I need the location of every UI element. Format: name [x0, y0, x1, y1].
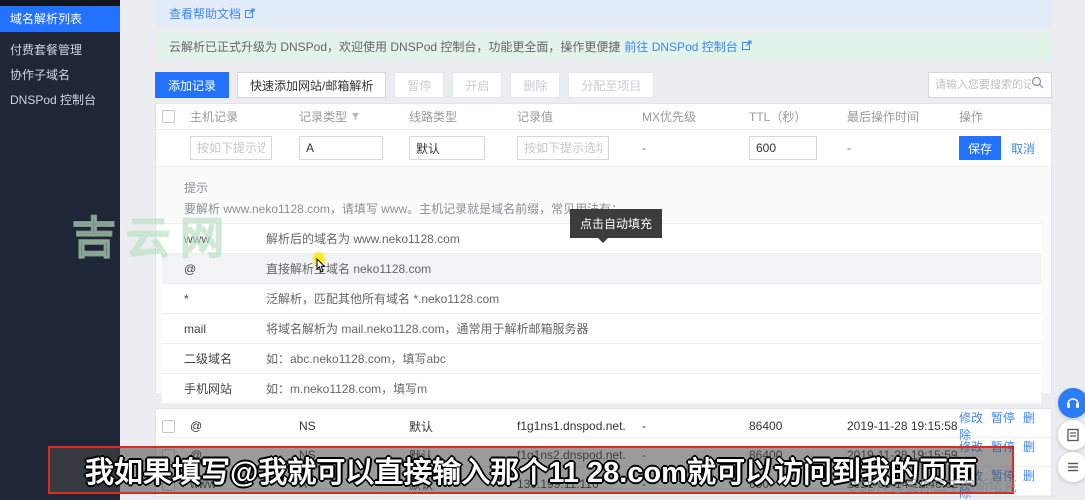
pause-button[interactable]: 暂停 — [394, 72, 445, 98]
sidebar-item-record-list[interactable]: 域名解析列表 — [0, 6, 120, 32]
video-subtitle-box: 我如果填写@我就可以直接输入那个11 28.com就可以访问到我的页面 — [48, 446, 1014, 494]
host-hints-panel: 提示 要解析 www.neko1128.com，请填写 www。主机记录就是域名… — [156, 167, 1051, 403]
hint-row-subdomain[interactable]: 二级域名 如：abc.neko1128.com，填写abc — [162, 343, 1041, 373]
line-type-select[interactable]: 默认 — [409, 136, 485, 160]
mx-value: - — [642, 141, 646, 155]
goto-dnspod-link[interactable]: 前往 DNSPod 控制台 — [624, 38, 737, 55]
quick-add-button[interactable]: 快速添加网站/邮箱解析 — [237, 72, 387, 98]
hints-title: 提示 — [184, 181, 209, 195]
time-value: - — [847, 141, 851, 155]
cancel-link[interactable]: 取消 — [1011, 142, 1035, 156]
record-value-input[interactable] — [517, 136, 609, 160]
col-type: 记录类型 — [299, 108, 409, 125]
document-icon — [1067, 428, 1079, 442]
enable-button[interactable]: 开启 — [452, 72, 503, 98]
delete-button[interactable]: 删除 — [510, 72, 561, 98]
notice-text: 云解析已正式升级为 DNSPod，欢迎使用 DNSPod 控制台，功能更全面，操… — [169, 39, 621, 54]
sidebar-item-collab-subdomain[interactable]: 协作子域名 — [0, 63, 120, 88]
sidebar: 域名解析列表 付费套餐管理 协作子域名 DNSPod 控制台 — [0, 0, 120, 500]
col-time: 最后操作时间 — [847, 110, 920, 124]
record-type-select[interactable]: A — [299, 136, 383, 160]
dns-console-page: 域名解析列表 付费套餐管理 协作子域名 DNSPod 控制台 查看帮助文档 云解… — [0, 0, 1085, 500]
col-value: 记录值 — [517, 110, 554, 124]
row-checkbox[interactable] — [162, 419, 175, 433]
host-input[interactable] — [190, 136, 272, 160]
mouse-cursor-icon — [313, 257, 327, 280]
customer-service-button[interactable] — [1058, 388, 1085, 418]
table-row[interactable]: @ NS 默认 f1g1ns1.dnspod.net. - 86400 2019… — [156, 409, 1051, 442]
upgrade-notice-banner: 云解析已正式升级为 DNSPod，欢迎使用 DNSPod 控制台，功能更全面，操… — [155, 33, 1052, 59]
select-all-checkbox[interactable] — [162, 110, 175, 123]
edit-link[interactable]: 修改 — [959, 411, 983, 425]
pause-link[interactable]: 暂停 — [991, 411, 1015, 425]
hint-row-mobile[interactable]: 手机网站 如：m.neko1128.com，填写m — [162, 373, 1041, 403]
new-record-edit-row: A 默认 - - 保存取消 — [156, 130, 1051, 167]
ttl-input[interactable] — [749, 136, 817, 160]
docs-button[interactable] — [1058, 420, 1085, 450]
headset-icon — [1067, 398, 1079, 408]
search-input[interactable] — [935, 79, 1031, 91]
help-doc-link[interactable]: 查看帮助文档 — [169, 5, 241, 22]
filter-icon[interactable] — [351, 112, 360, 121]
sidebar-item-dnspod-console[interactable]: DNSPod 控制台 — [0, 88, 120, 113]
autofill-tooltip: 点击自动填充 — [570, 209, 663, 243]
col-mx: MX优先级 — [642, 110, 697, 124]
list-icon — [1068, 462, 1078, 472]
hint-row-mail[interactable]: mail 将域名解析为 mail.neko1128.com，通常用于解析邮箱服务器 — [162, 313, 1041, 343]
external-link-icon — [741, 39, 752, 53]
table-header-row: 主机记录 记录类型 线路类型 记录值 MX优先级 TTL（秒） 最后操作时间 操… — [156, 104, 1051, 130]
record-search — [928, 72, 1052, 98]
external-link-icon — [245, 5, 255, 23]
record-table-card: 主机记录 记录类型 线路类型 记录值 MX优先级 TTL（秒） 最后操作时间 操… — [155, 103, 1052, 403]
save-button[interactable]: 保存 — [959, 136, 1001, 160]
help-banner: 查看帮助文档 — [155, 0, 1052, 27]
assign-project-button[interactable]: 分配至项目 — [568, 72, 655, 98]
feedback-list-button[interactable] — [1058, 452, 1085, 482]
search-icon[interactable] — [1031, 76, 1044, 94]
video-subtitle-text: 我如果填写@我就可以直接输入那个11 28.com就可以访问到我的页面 — [85, 457, 977, 489]
col-ttl: TTL（秒） — [749, 110, 807, 124]
hint-row-at[interactable]: @ 直接解析主域名 neko1128.com — [162, 253, 1041, 283]
col-line: 线路类型 — [409, 110, 458, 124]
record-toolbar: 添加记录 快速添加网站/邮箱解析 暂停 开启 删除 分配至项目 — [155, 72, 1052, 98]
col-host: 主机记录 — [190, 110, 239, 124]
col-ops: 操作 — [959, 110, 984, 124]
add-record-button[interactable]: 添加记录 — [155, 72, 230, 98]
floating-action-buttons — [1058, 388, 1085, 484]
hint-row-wildcard[interactable]: * 泛解析，匹配其他所有域名 *.neko1128.com — [162, 283, 1041, 313]
sidebar-item-paid-plans[interactable]: 付费套餐管理 — [0, 38, 120, 63]
